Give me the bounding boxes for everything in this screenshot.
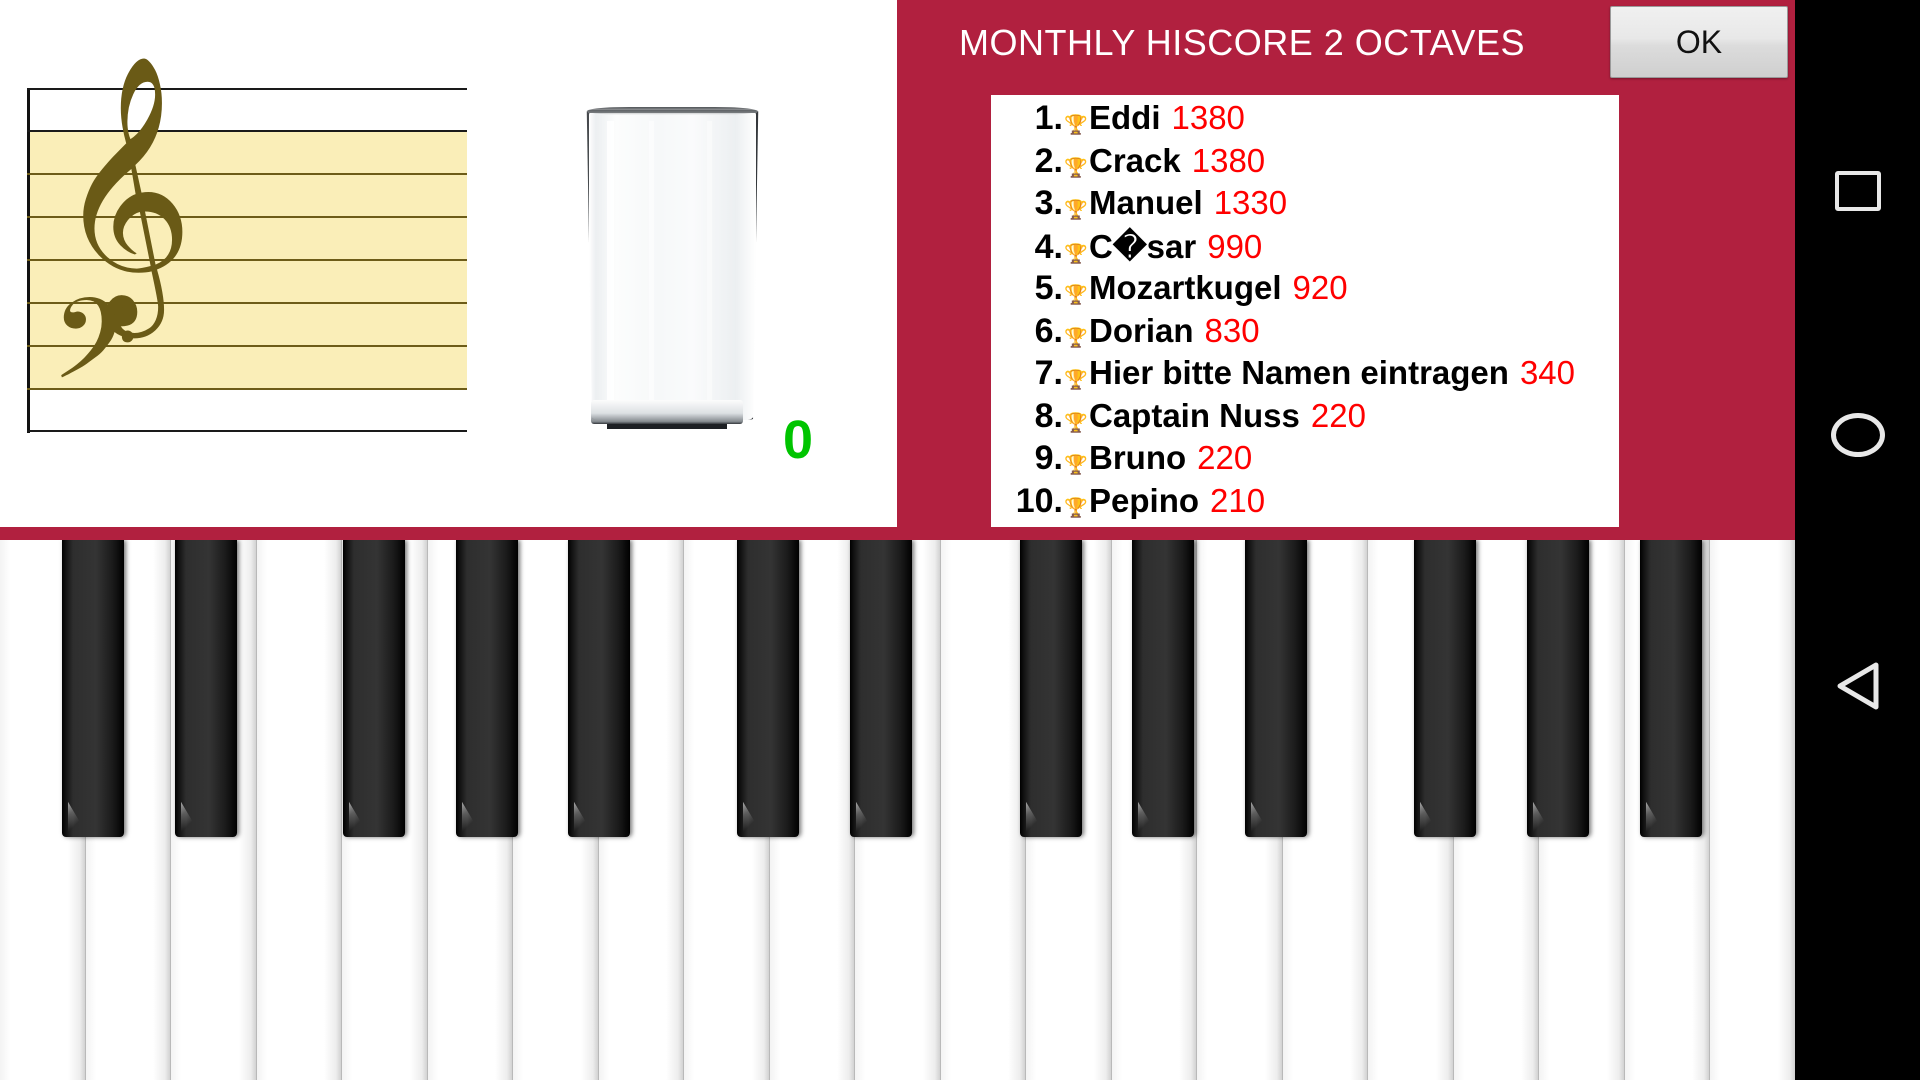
hiscore-row: 6. 🏆 Dorian 830 [991, 312, 1619, 355]
piano-black-key[interactable] [1132, 540, 1194, 837]
screen: 𝄞 𝄢 0 MONTHLY HISCORE 2 OCTAVES OK 1. 🏆 … [0, 0, 1920, 1080]
hiscore-row: 10. 🏆 Pepino 210 [991, 482, 1619, 525]
dialog-title: MONTHLY HISCORE 2 OCTAVES [959, 22, 1525, 63]
hiscore-rank: 10. [1015, 481, 1063, 520]
hiscore-player-score: 220 [1310, 396, 1366, 434]
piano-black-key[interactable] [1527, 540, 1589, 837]
hiscore-player-name: Eddi [1089, 99, 1161, 136]
hiscore-row: 4. 🏆 C�sar 990 [991, 227, 1619, 270]
hiscore-player-name: Captain Nuss [1089, 396, 1300, 434]
hiscore-player-score: 1380 [1191, 141, 1266, 179]
glass-base-shadow [607, 424, 727, 429]
hiscore-player-score: 210 [1210, 481, 1266, 519]
beer-glass-graphic [585, 107, 760, 429]
piano-black-key[interactable] [343, 540, 405, 837]
piano-white-key[interactable] [1710, 540, 1795, 1080]
hiscore-row: 8. 🏆 Captain Nuss 220 [991, 397, 1619, 440]
glass-highlight [649, 121, 654, 404]
hiscore-rank: 7. [1034, 354, 1063, 392]
trophy-icon: 🏆 [1064, 242, 1088, 265]
hiscore-player-score: 920 [1292, 269, 1348, 306]
hiscore-player-name: Mozartkugel [1089, 269, 1282, 306]
hiscore-rank: 2. [1034, 141, 1063, 180]
android-navigation-bar [1795, 0, 1920, 1080]
piano-black-key[interactable] [1020, 540, 1082, 837]
piano-black-key[interactable] [456, 540, 518, 837]
hiscore-rank: 8. [1034, 396, 1063, 435]
hiscore-rank: 6. [1034, 311, 1063, 350]
recents-square-icon[interactable] [1834, 171, 1881, 211]
hiscore-player-score: 990 [1207, 227, 1263, 265]
trophy-icon: 🏆 [1064, 114, 1088, 136]
home-circle-icon[interactable] [1830, 413, 1885, 457]
hiscore-player-name: Pepino [1089, 481, 1200, 519]
trophy-icon: 🏆 [1064, 369, 1088, 391]
hiscore-player-name: Manuel [1089, 184, 1203, 221]
hiscore-rank: 3. [1034, 184, 1063, 222]
piano-black-key[interactable] [737, 540, 799, 837]
hiscore-rank: 4. [1034, 227, 1063, 266]
piano-black-key[interactable] [62, 540, 124, 837]
piano-black-key[interactable] [1414, 540, 1476, 837]
hiscore-player-score: 220 [1197, 439, 1253, 476]
hiscore-row: 5. 🏆 Mozartkugel 920 [991, 269, 1619, 312]
hiscore-player-score: 1380 [1171, 99, 1245, 136]
game-display-panel: 𝄞 𝄢 0 [0, 0, 900, 527]
trophy-icon: 🏆 [1064, 199, 1088, 221]
hiscore-player-score: 830 [1204, 311, 1260, 349]
piano-black-key[interactable] [1245, 540, 1307, 837]
hiscore-row: 9. 🏆 Bruno 220 [991, 439, 1619, 482]
piano-black-key[interactable] [568, 540, 630, 837]
trophy-icon: 🏆 [1064, 496, 1088, 519]
app-root: 𝄞 𝄢 0 MONTHLY HISCORE 2 OCTAVES OK 1. 🏆 … [0, 0, 1795, 1080]
hiscore-row: 1. 🏆 Eddi 1380 [991, 99, 1619, 142]
back-triangle-icon[interactable] [1834, 660, 1882, 712]
hiscore-player-name: Crack [1089, 141, 1181, 179]
hiscore-row: 2. 🏆 Crack 1380 [991, 142, 1619, 185]
trophy-icon: 🏆 [1064, 284, 1088, 306]
music-staff: 𝄞 𝄢 [27, 72, 467, 433]
trophy-icon: 🏆 [1064, 454, 1088, 476]
trophy-icon: 🏆 [1064, 411, 1088, 434]
hiscore-player-name: C�sar [1089, 227, 1197, 265]
piano-black-key[interactable] [175, 540, 237, 837]
glass-highlight [707, 121, 712, 404]
hiscore-rank: 9. [1034, 439, 1063, 477]
score-value: 0 [782, 410, 814, 470]
glass-base [591, 400, 743, 424]
trophy-icon: 🏆 [1064, 156, 1088, 179]
hiscore-list[interactable]: 1. 🏆 Eddi 1380 2. 🏆 Crack 1380 3. 🏆 Manuel 1330 4. 🏆 C… [991, 95, 1619, 527]
ok-button[interactable]: OK [1610, 6, 1788, 78]
hiscore-rank: 5. [1034, 269, 1063, 307]
glass-rim [587, 107, 757, 115]
piano-white-key[interactable] [940, 540, 1026, 1080]
piano-white-key[interactable] [256, 540, 342, 1080]
hiscore-row: 3. 🏆 Manuel 1330 [991, 184, 1619, 227]
treble-clef-icon: 𝄞 [55, 53, 194, 326]
hiscore-row: 7. 🏆 Hier bitte Namen eintragen 340 [991, 354, 1619, 397]
hiscore-rank: 1. [1034, 99, 1063, 137]
hiscore-player-name: Dorian [1089, 311, 1194, 349]
hiscore-player-score: 340 [1519, 354, 1575, 391]
hiscore-player-score: 1330 [1213, 184, 1288, 221]
bass-clef-icon: 𝄢 [51, 275, 139, 433]
piano-keyboard[interactable] [0, 540, 1795, 1080]
trophy-icon: 🏆 [1064, 326, 1088, 349]
hiscore-player-name: Hier bitte Namen eintragen [1089, 354, 1509, 391]
piano-black-key[interactable] [1640, 540, 1702, 837]
glass-highlight [607, 121, 614, 404]
hiscore-player-name: Bruno [1089, 439, 1187, 476]
glass-body [586, 110, 759, 420]
piano-black-key[interactable] [850, 540, 912, 837]
